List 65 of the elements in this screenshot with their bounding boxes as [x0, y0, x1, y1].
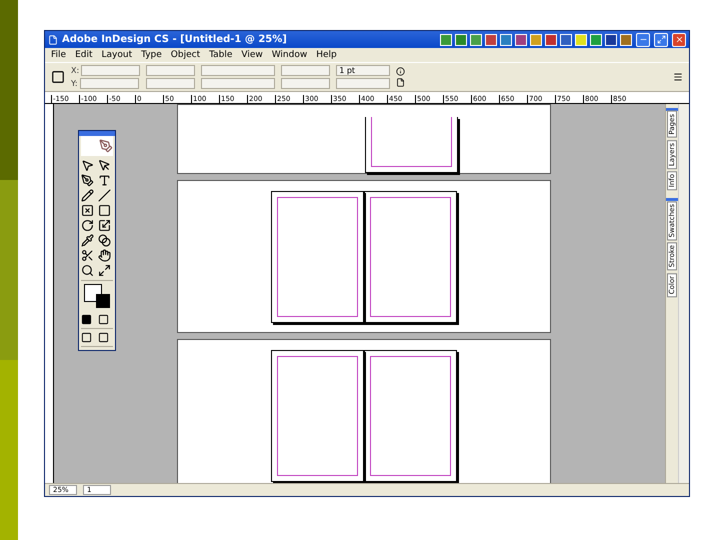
maximize-button[interactable] [654, 32, 668, 46]
zoom-icon[interactable] [81, 264, 94, 277]
page[interactable] [364, 350, 457, 482]
menu-icon[interactable] [673, 72, 683, 82]
menu-item[interactable]: Help [316, 50, 337, 60]
menu-item[interactable]: Type [141, 50, 162, 60]
rectangle-icon[interactable] [98, 204, 111, 217]
page[interactable] [364, 190, 457, 322]
input-field[interactable] [81, 65, 140, 76]
tray-icon[interactable] [455, 34, 467, 46]
input-field[interactable] [201, 78, 276, 89]
pencil-icon[interactable] [81, 189, 94, 202]
tray-icon[interactable] [545, 34, 557, 46]
app-icon [48, 34, 58, 44]
close-button[interactable] [672, 32, 686, 46]
eyedropper-icon[interactable] [81, 234, 94, 247]
tray-icon[interactable] [530, 34, 542, 46]
input-field[interactable] [201, 65, 276, 76]
menu-item[interactable]: View [241, 50, 263, 60]
menu-item[interactable]: Table [209, 50, 232, 60]
info-icon[interactable] [396, 67, 406, 76]
input-field[interactable] [146, 65, 196, 76]
tray-icon[interactable] [500, 34, 512, 46]
frame-icon[interactable] [81, 204, 94, 217]
tray-icon[interactable] [485, 34, 497, 46]
tray-icon[interactable] [470, 34, 482, 46]
line-icon[interactable] [98, 189, 111, 202]
page[interactable] [364, 117, 458, 173]
tray-icon[interactable] [560, 34, 572, 46]
page[interactable] [271, 190, 364, 322]
menu-item[interactable]: Object [170, 50, 200, 60]
tray-icon[interactable] [590, 34, 602, 46]
menu-item[interactable]: Edit [75, 50, 92, 60]
menu-item[interactable]: File [51, 50, 66, 60]
stroke-weight-field[interactable]: 1 pt [336, 65, 390, 76]
tray-icon[interactable] [605, 34, 617, 46]
input-field[interactable] [281, 78, 330, 89]
input-field[interactable] [146, 78, 196, 89]
maximize-icon [656, 35, 666, 44]
scrollbar[interactable] [678, 104, 689, 483]
selection-arrow-icon[interactable] [81, 159, 94, 172]
input-field[interactable] [281, 65, 330, 76]
field-label: Y: [71, 79, 78, 88]
scissors-icon[interactable] [81, 249, 94, 262]
input-field[interactable] [80, 78, 139, 89]
field-label: X: [71, 66, 80, 75]
direct-selection-arrow-icon[interactable] [98, 159, 111, 172]
tray-icon[interactable] [515, 34, 527, 46]
fill-stroke-swatch[interactable] [84, 284, 110, 308]
minimize-button[interactable] [636, 32, 650, 46]
type-icon[interactable] [98, 174, 111, 187]
stroke-style-field[interactable] [336, 78, 390, 89]
scale-icon[interactable] [98, 219, 111, 232]
close-icon [674, 35, 684, 44]
menu-item[interactable]: Layout [102, 50, 132, 60]
page[interactable] [271, 350, 364, 482]
menu-item[interactable]: Window [272, 50, 308, 60]
tray-icon[interactable] [440, 34, 452, 46]
hand-icon[interactable] [98, 249, 111, 262]
pen-icon[interactable] [81, 174, 94, 187]
tray-icon[interactable] [575, 34, 587, 46]
window-title: Adobe InDesign CS - [Untitled-1 @ 25%] [62, 34, 287, 45]
tray-icon[interactable] [620, 34, 632, 46]
rotate-icon[interactable] [81, 219, 94, 232]
page-icon[interactable] [396, 78, 406, 87]
